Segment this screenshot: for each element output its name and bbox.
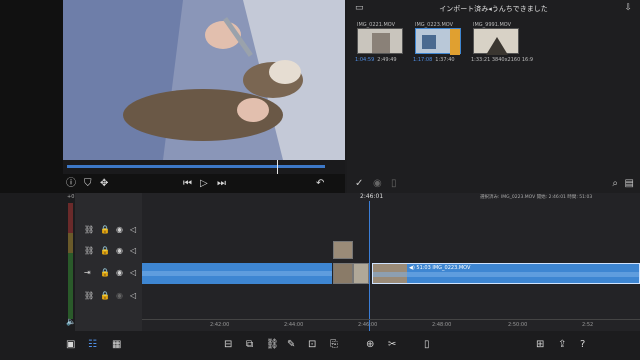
track-header: ⛓ 🔒 ◉ ◁ (76, 289, 142, 305)
clip-meta: 1:04:59 2:49:49 (355, 57, 397, 63)
link-icon[interactable]: ⛓ (84, 225, 94, 234)
playhead-time: 2:46:01 (360, 193, 384, 200)
ruler-tick: 2:44:00 (284, 322, 304, 328)
next-icon[interactable]: ⏭ (217, 178, 226, 190)
video-preview: ⓘ ⛉ ✥ ⏮ ▷ ⏭ ↶ (0, 0, 345, 193)
ruler-tick: 2:46:00 (358, 322, 378, 328)
clip-thumbnail[interactable] (357, 28, 403, 54)
add-icon[interactable]: ⊕ (366, 338, 374, 352)
lock-icon[interactable]: 🔒 (100, 291, 110, 300)
overlay-clip[interactable] (333, 241, 353, 259)
link-icon[interactable]: ⛓ (84, 246, 94, 255)
clip-meta: 1:33:21 3840x2160 16:9 (471, 57, 534, 63)
preview-controls: ⓘ ⛉ ✥ ⏮ ▷ ⏭ ↶ (0, 175, 345, 193)
lock-icon[interactable]: 🔒 (100, 225, 110, 234)
export-icon[interactable]: ⇩ (624, 3, 632, 13)
time-ruler[interactable]: 2:42:00 2:44:00 2:46:00 2:48:00 2:50:00 … (142, 319, 640, 331)
lock-icon[interactable]: 🔒 (100, 246, 110, 255)
volume-icon[interactable]: 🔈 (66, 317, 76, 326)
speaker-icon[interactable]: ◁ (130, 225, 136, 234)
link-icon[interactable]: ⛓ (84, 291, 94, 300)
eye-icon[interactable]: ◉ (116, 268, 123, 277)
browser-title: インポート済み◂うんちできました (439, 5, 548, 13)
browser-header: ▭ インポート済み◂うんちできました ⇩ (347, 0, 640, 18)
bottom-toolbar: ▣ ☷ ▦ ⊟ ⧉ ⛓ ✎ ⊡ ⎘ ⊕ ✂ ▯ ⊞ ⇪ ? (0, 331, 640, 360)
share-icon[interactable]: ⇪ (558, 338, 566, 352)
clip-thumbnail[interactable] (415, 28, 461, 55)
move-icon[interactable]: ✥ (100, 178, 108, 190)
overlay-clip[interactable] (333, 263, 353, 284)
trash-icon[interactable]: ▯ (391, 178, 397, 189)
browser-footer: ✓ ◉ ▯ ⌕ ▤ (347, 175, 640, 193)
cut-icon[interactable]: ✂ (388, 338, 396, 352)
eye-icon[interactable]: ◉ (116, 246, 123, 255)
eye-icon[interactable]: ◉ (116, 225, 123, 234)
ruler-tick: 2:50:00 (508, 322, 528, 328)
filter-icon[interactable]: ▤ (625, 178, 634, 189)
camera-icon[interactable]: ⎘ (330, 338, 338, 352)
timeline-playhead[interactable] (369, 201, 370, 331)
ruler-tick: 2:42:00 (210, 322, 230, 328)
project-icon[interactable]: ▣ (66, 338, 75, 352)
main-track-clip[interactable] (142, 263, 332, 284)
undo-icon[interactable]: ↶ (316, 178, 324, 190)
ruler-tick: 2:52 (582, 322, 594, 328)
record-icon[interactable]: ◉ (373, 178, 382, 189)
ferret-image (63, 0, 345, 160)
info-icon[interactable]: ⓘ (66, 178, 76, 190)
lock-icon[interactable]: 🔒 (100, 268, 110, 277)
preview-scrubber[interactable] (63, 160, 345, 174)
meter-red (68, 203, 73, 233)
folder-icon[interactable]: ▭ (355, 3, 364, 13)
link-icon[interactable]: ⛓ (266, 338, 279, 352)
transition-icon[interactable]: ⧉ (246, 338, 253, 352)
ruler-tick: 2:48:00 (432, 322, 452, 328)
video-frame[interactable] (63, 0, 345, 160)
scrubber-playhead[interactable] (277, 160, 278, 174)
multi-mode-icon[interactable]: ▦ (112, 338, 121, 352)
main-track-icon[interactable]: ⇥ (84, 268, 91, 277)
audio-meters: +0 🔈 (0, 193, 76, 331)
previous-icon[interactable]: ⏮ (183, 178, 192, 190)
check-icon[interactable]: ✓ (355, 178, 363, 189)
timeline-mode-icon[interactable]: ☷ (88, 338, 97, 352)
zoom-icon[interactable]: ⌕ (612, 178, 618, 189)
scrubber-waveform (67, 165, 325, 168)
clip-thumbnail[interactable] (473, 28, 519, 55)
audio-icon[interactable]: ⊞ (536, 338, 544, 352)
audio-waveform (373, 272, 639, 277)
ruler-line (142, 319, 640, 320)
overlay-clip[interactable] (353, 263, 369, 284)
help-icon[interactable]: ? (580, 338, 585, 352)
track-header: ⛓ 🔒 ◉ ◁ (76, 244, 142, 260)
play-icon[interactable]: ▷ (200, 178, 208, 190)
meter-yellow (68, 233, 73, 253)
speaker-icon[interactable]: ◁ (130, 291, 136, 300)
media-browser: ▭ インポート済み◂うんちできました ⇩ IMG_0221.MOV 1:04:5… (347, 0, 640, 193)
eye-icon[interactable]: ◉ (116, 291, 123, 300)
trim-icon[interactable]: ⛉ (84, 178, 92, 190)
speaker-icon[interactable]: ◁ (130, 246, 136, 255)
speaker-icon[interactable]: ◁ (130, 268, 136, 277)
track-header: ⛓ 🔒 ◉ ◁ (76, 223, 142, 239)
selected-clip[interactable]: ◀) 51:03 IMG_0223.MOV (372, 263, 640, 284)
selected-clip-label: ◀) 51:03 IMG_0223.MOV (409, 265, 471, 271)
tracks-area[interactable] (142, 193, 640, 331)
clip-meta: 1:17:08 1:37:40 (413, 57, 455, 63)
pen-icon[interactable]: ✎ (287, 338, 295, 352)
selection-status: 選択済み: IMG_0223.MOV 開始: 2:46:01 時間: 51:03 (480, 195, 593, 200)
audio-waveform (142, 271, 332, 276)
split-icon[interactable]: ⊟ (224, 338, 232, 352)
meter-top-label: +0 (67, 194, 75, 200)
timeline: +0 🔈 ⛓ 🔒 ◉ ◁ ⛓ 🔒 ◉ ◁ ⇥ 🔒 ◉ ◁ ⛓ 🔒 ◉ ◁ 2:4… (0, 193, 640, 331)
photo-icon[interactable]: ⊡ (308, 338, 316, 352)
track-header-main: ⇥ 🔒 ◉ ◁ (76, 266, 142, 282)
meter-green (68, 253, 73, 319)
delete-icon[interactable]: ▯ (424, 338, 430, 352)
